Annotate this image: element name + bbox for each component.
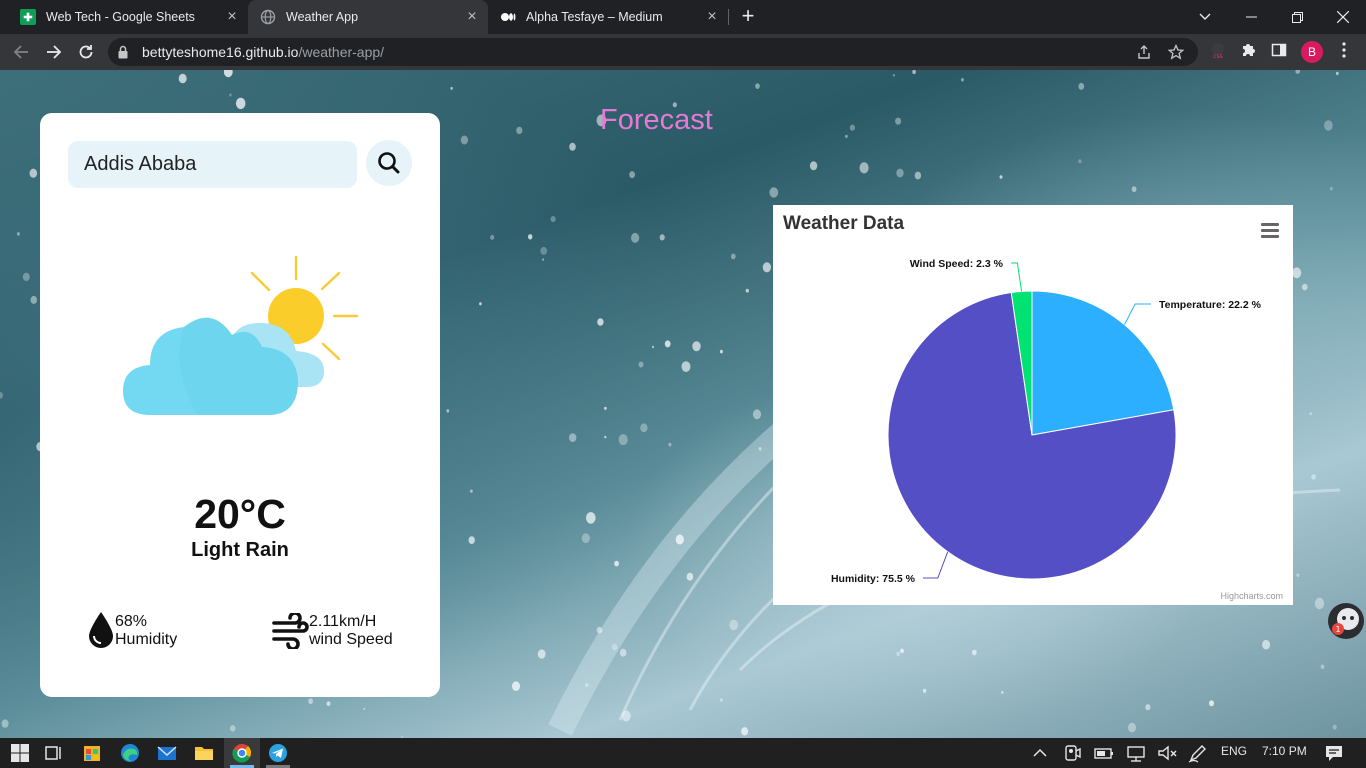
- battery-icon[interactable]: [1092, 741, 1116, 765]
- file-explorer-icon[interactable]: [192, 741, 216, 765]
- data-label-wind-speed: Wind Speed: 2.3 %: [910, 258, 1004, 270]
- temperature-value: 20°C: [194, 491, 286, 537]
- humidity-stat: 68% Humidity: [115, 613, 177, 649]
- wind-stat: 2.11km/H wind Speed: [309, 613, 393, 649]
- profile-avatar[interactable]: B: [1301, 41, 1323, 63]
- pie-chart: Temperature: 22.2 % Humidity: 75.5 % Wind …: [831, 258, 1262, 585]
- close-tab-icon[interactable]: ×: [224, 9, 240, 25]
- assistant-face-icon: 1: [1332, 608, 1359, 635]
- telegram-icon[interactable]: [266, 741, 290, 765]
- chevron-up-icon[interactable]: [1028, 741, 1052, 765]
- notifications-icon[interactable]: [1322, 741, 1346, 765]
- data-label-connector: [1011, 262, 1023, 292]
- extensions-puzzle-icon[interactable]: [1238, 42, 1258, 62]
- medium-icon: [500, 9, 516, 25]
- address-bar[interactable]: bettyteshome16.github.io/weather-app/: [108, 38, 1198, 66]
- arrow-left-icon: [13, 45, 28, 59]
- clock[interactable]: 7:10 PM: [1262, 744, 1307, 758]
- city-search-input[interactable]: [68, 141, 357, 188]
- tab-separator: [728, 9, 729, 25]
- url-path: /weather-app/: [298, 44, 385, 60]
- microsoft-store-icon[interactable]: [80, 741, 104, 765]
- task-view-icon[interactable]: [42, 741, 66, 765]
- weather-app-page: Forecast 20°C Light Rain 68%: [0, 70, 1366, 738]
- tab-title: Web Tech - Google Sheets: [46, 10, 195, 24]
- browser-tab-bar: ✚ Web Tech - Google Sheets × Weather App…: [0, 0, 1366, 34]
- edge-browser-icon[interactable]: [118, 741, 142, 765]
- partly-cloudy-icon: [123, 255, 359, 415]
- wind-value: 2.11km/H: [309, 613, 377, 630]
- volume-muted-icon[interactable]: [1155, 741, 1179, 765]
- language-indicator[interactable]: ENG: [1221, 744, 1247, 758]
- data-label-connector: [1124, 303, 1151, 325]
- data-label-temperature: Temperature: 22.2 %: [1159, 299, 1262, 311]
- weather-data-chart: Weather Data Temperature: 22.2 % Humidity…: [773, 205, 1293, 605]
- search-button[interactable]: [366, 140, 412, 186]
- weather-description: Light Rain: [191, 539, 289, 561]
- back-button[interactable]: [9, 40, 33, 64]
- chrome-icon[interactable]: [230, 741, 254, 765]
- new-tab-button[interactable]: +: [736, 5, 760, 29]
- meet-now-icon[interactable]: [1060, 741, 1084, 765]
- mail-icon[interactable]: [155, 741, 179, 765]
- close-tab-icon[interactable]: ×: [704, 9, 720, 25]
- tab-google-sheets[interactable]: ✚ Web Tech - Google Sheets ×: [8, 0, 248, 34]
- tab-search-button[interactable]: [1182, 0, 1228, 34]
- arrow-right-icon: [47, 45, 62, 59]
- more-menu-icon[interactable]: [1334, 42, 1354, 62]
- url-host: bettyteshome16.github.io: [142, 44, 299, 60]
- reload-icon: [79, 45, 93, 59]
- side-panel-icon[interactable]: [1269, 42, 1289, 62]
- tab-weather-app[interactable]: Weather App ×: [248, 0, 488, 34]
- forward-button[interactable]: [42, 40, 66, 64]
- humidity-value: 68%: [115, 613, 148, 630]
- svg-text:1: 1: [1335, 625, 1340, 634]
- weather-card: 20°C Light Rain 68% Humidity 2.11km/H wi…: [40, 113, 440, 697]
- browser-toolbar: bettyteshome16.github.io/weather-app/ cs…: [0, 34, 1366, 70]
- share-icon[interactable]: [1135, 44, 1153, 62]
- wind-label: wind Speed: [309, 631, 393, 648]
- restore-button[interactable]: [1274, 0, 1320, 34]
- data-label-connector: [923, 551, 949, 579]
- minimize-button[interactable]: [1228, 0, 1274, 34]
- search-icon: [378, 152, 400, 174]
- pen-icon[interactable]: [1186, 741, 1210, 765]
- chevron-down-icon: [1199, 13, 1211, 20]
- lock-icon: [118, 45, 128, 59]
- close-tab-icon[interactable]: ×: [464, 9, 480, 25]
- close-window-button[interactable]: [1320, 0, 1366, 34]
- reload-button[interactable]: [74, 40, 98, 64]
- css-extension-icon[interactable]: css: [1208, 42, 1228, 62]
- tab-title: Alpha Tesfaye – Medium: [526, 10, 663, 24]
- url-text: bettyteshome16.github.io/weather-app/: [142, 44, 384, 60]
- humidity-label: Humidity: [115, 631, 178, 648]
- wind-icon: [272, 613, 309, 649]
- tab-title: Weather App: [286, 10, 359, 24]
- extension-bubble[interactable]: 1: [1328, 603, 1364, 639]
- data-label-humidity: Humidity: 75.5 %: [831, 573, 916, 585]
- network-icon[interactable]: [1124, 741, 1148, 765]
- windows-taskbar: ENG 7:10 PM: [0, 738, 1366, 768]
- svg-text:css: css: [1213, 53, 1223, 60]
- globe-icon: [260, 9, 276, 25]
- tab-medium[interactable]: Alpha Tesfaye – Medium ×: [488, 0, 728, 34]
- sheets-icon: ✚: [20, 9, 36, 25]
- humidity-drop-icon: [89, 612, 113, 648]
- forecast-title: Forecast: [600, 104, 713, 136]
- chart-credit[interactable]: Highcharts.com: [1220, 591, 1283, 601]
- windows-start-icon[interactable]: [8, 741, 32, 765]
- bookmark-star-icon[interactable]: [1167, 43, 1185, 62]
